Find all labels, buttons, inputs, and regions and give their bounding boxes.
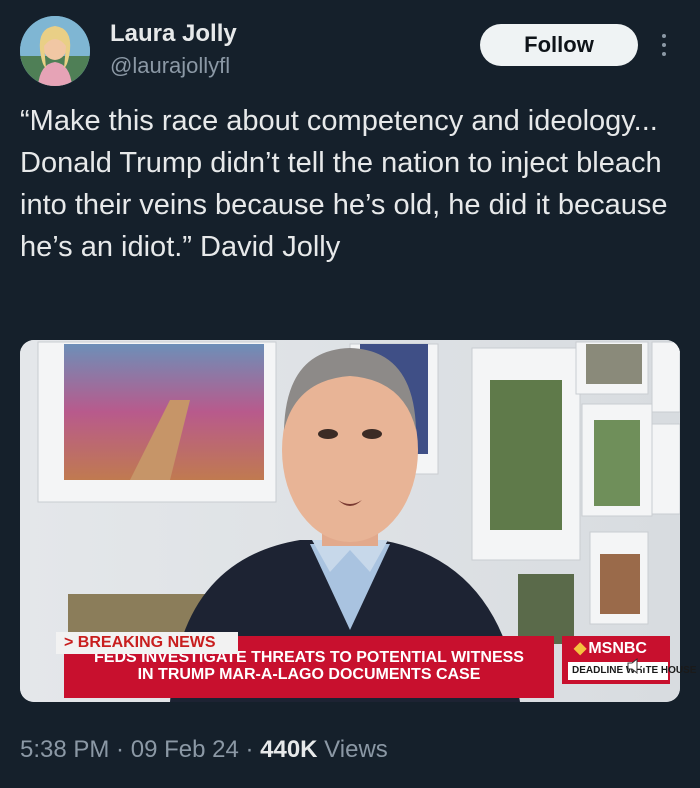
avatar[interactable] [20,16,90,86]
meta-separator: · [109,736,131,763]
tweet-time[interactable]: 5:38 PM [20,736,109,763]
mute-icon[interactable] [626,656,650,676]
more-dot [662,34,666,38]
tweet-meta: 5:38 PM · 09 Feb 24 · 440K Views [20,736,388,764]
tweet-text: “Make this race about competency and ide… [20,105,668,263]
author-name[interactable]: Laura Jolly [110,20,237,48]
follow-button[interactable]: Follow [480,24,638,66]
author-handle[interactable]: @laurajollyfl [110,53,230,79]
more-dot [662,43,666,47]
avatar-photo [20,16,90,86]
views-label: Views [317,736,388,763]
show-name: DEADLINE WHITE HOUSE [568,662,696,680]
meta-separator: · [238,736,261,763]
network-logo: ◆ MSNBC [574,638,647,658]
tweet: Laura Jolly @laurajollyfl Follow “Make t… [0,0,700,788]
peacock-icon: ◆ [574,640,587,657]
views-count[interactable]: 440K [260,736,317,763]
breaking-news-label: > BREAKING NEWS [56,632,238,654]
tweet-date[interactable]: 09 Feb 24 [131,736,239,763]
more-dot [662,52,666,56]
chyron-headline-line-2: IN TRUMP MAR-A-LAGO DOCUMENTS CASE [137,666,481,683]
more-icon[interactable] [656,30,672,64]
network-name: MSNBC [588,640,647,657]
